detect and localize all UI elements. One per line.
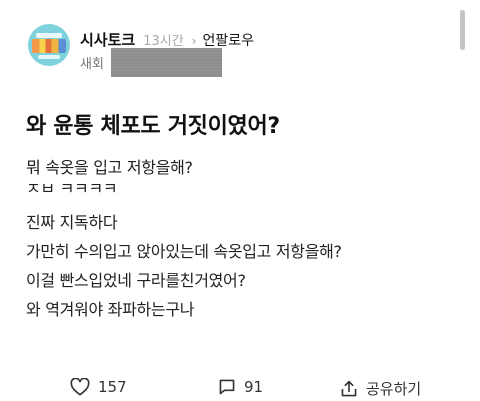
avatar[interactable] [28,24,70,66]
action-bar: 157 91 공유하기 [0,378,480,400]
username[interactable]: 시사토크 [80,29,135,50]
redaction-block [111,48,222,77]
comment-icon [219,379,235,395]
body-line: 이걸 빤스입었네 구라를친거였어? [26,271,246,290]
post-header: 시사토크 13시간 › 언팔로우 새회 [16,12,466,77]
scrollbar[interactable] [460,10,465,50]
author-subtitle: 새회 [80,57,104,72]
author-meta: 시사토크 13시간 › 언팔로우 [80,29,254,50]
body-line: 뭐 속옷을 입고 저항을해? [26,158,193,177]
chevron-right-icon: › [191,34,197,48]
like-button[interactable]: 157 [70,378,127,396]
share-label: 공유하기 [366,380,422,398]
heart-icon [70,378,90,396]
body-line: 와 역겨워야 좌파하는구나 [26,300,195,319]
post-title: 와 윤통 체포도 거짓이였어? [26,114,280,139]
body-line: 가만히 수의입고 앉아있는데 속옷입고 저항을해? [26,242,342,261]
like-count: 157 [98,378,127,396]
category-label[interactable]: 언팔로우 [202,30,254,50]
body-line: ㅈㅂ ㅋㅋㅋㅋ [26,182,118,198]
share-button[interactable]: 공유하기 [340,378,421,399]
body-line: 진짜 지독하다 [26,213,118,232]
post-body: 뭐 속옷을 입고 저항을해? ㅈㅂ ㅋㅋㅋㅋ 진짜 지독하다 가만히 수의입고 … [26,153,466,324]
comment-count: 91 [244,378,264,396]
post-time: 13시간 [143,34,184,49]
share-icon [341,380,357,396]
comment-button[interactable]: 91 [218,378,263,396]
